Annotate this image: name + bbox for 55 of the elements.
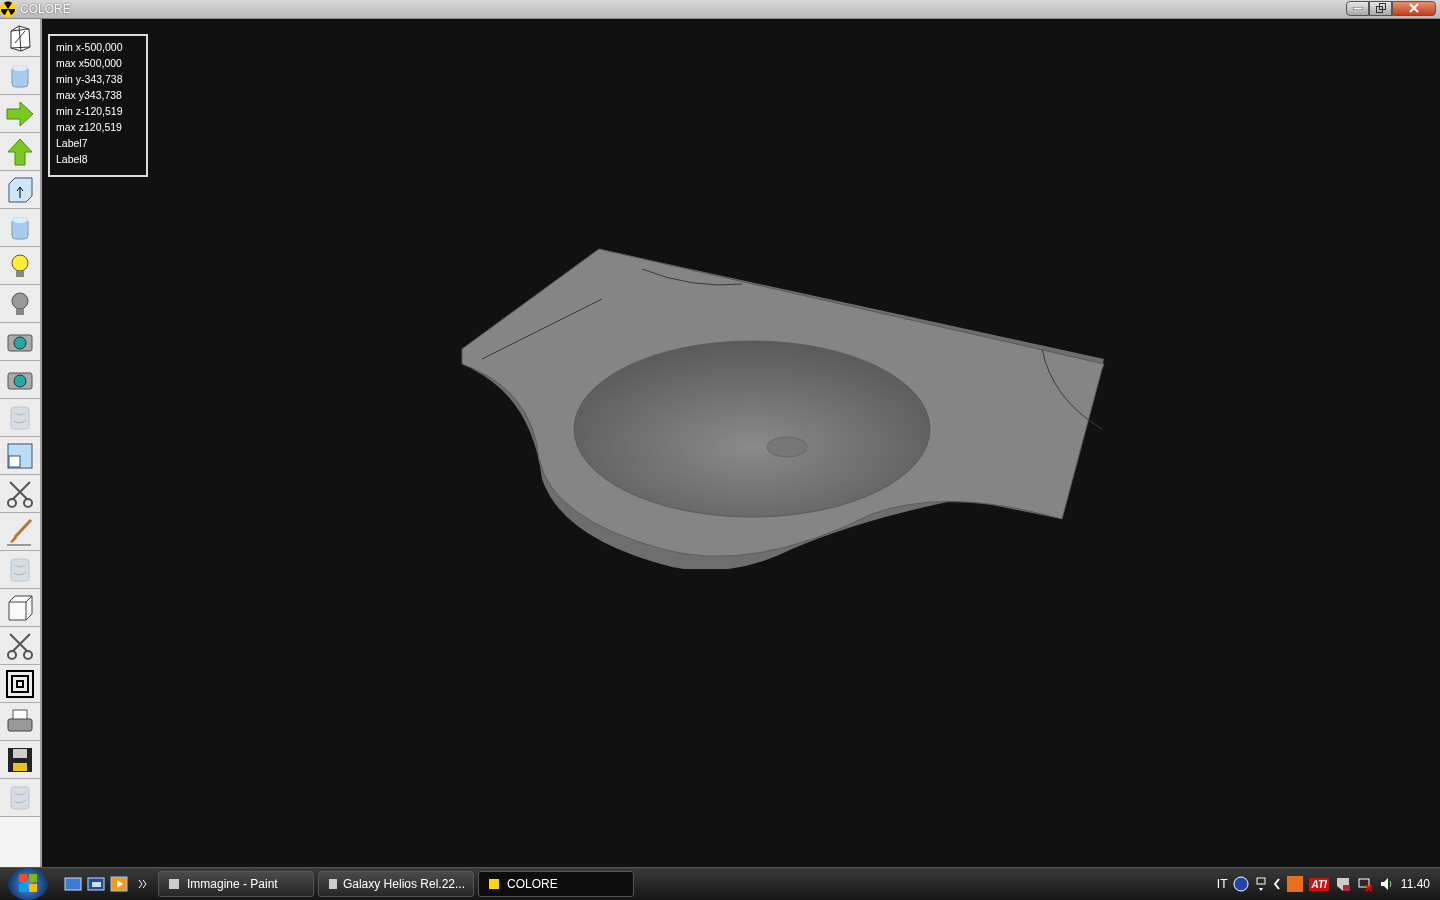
close-button[interactable] [1392,0,1436,16]
help-icon[interactable] [1233,876,1250,892]
app-icon [327,877,337,891]
arrow-right-icon [5,98,35,129]
info-label: min x-500,000 [56,40,124,55]
squares-icon [5,668,35,699]
info-label: Label8 [56,152,89,167]
tool-button[interactable] [0,19,40,57]
shield-icon[interactable] [1334,876,1351,892]
chevron-left-icon[interactable] [1273,878,1282,890]
radiation-icon [0,1,16,17]
minimize-button[interactable] [1346,0,1369,16]
desktop-button[interactable] [64,876,82,892]
chevron-icon [138,879,148,889]
speaker-icon[interactable] [1378,876,1395,892]
taskbar-button[interactable]: COLORE [478,871,634,897]
app-icon [167,877,181,891]
switch-windows-button[interactable] [87,876,105,892]
cube-icon [5,592,35,623]
restore-button[interactable] [1369,0,1392,16]
close-icon [1409,3,1419,13]
clock[interactable]: 11.40 [1400,877,1430,891]
windows-stack-icon [87,876,105,892]
taskbar-button[interactable]: Galaxy Helios Rel.22... [318,871,474,897]
scissors-icon [5,478,35,509]
scissors-icon [5,630,35,661]
info-label: max x500,000 [56,56,123,71]
info-label: min y-343,738 [56,72,124,87]
start-button[interactable] [8,868,48,900]
brush-icon [5,516,35,547]
ati-tray-icon[interactable]: ATI [1309,877,1329,891]
tool-button[interactable] [0,475,40,513]
tool-button[interactable] [0,665,40,703]
windows-logo-icon [18,872,38,893]
window-icon [5,440,35,471]
java-icon[interactable] [1287,876,1304,892]
info-label: max z120,519 [56,120,123,135]
app-icon [487,877,501,891]
media-player-button[interactable] [110,876,128,892]
window-title: COLORE [20,2,71,16]
info-label: max y343,738 [56,88,123,103]
restore-icon [1375,3,1386,13]
desktop-icon [64,876,82,892]
network-error-icon[interactable] [1356,876,1373,892]
window-restore-icon[interactable] [1255,876,1268,892]
box-arrow-icon [5,174,35,205]
taskbar-button[interactable]: Immagine - Paint [158,871,314,897]
play-icon [110,876,128,892]
info-label: min z-120,519 [56,104,124,119]
arrow-up-icon [5,136,35,167]
language-indicator[interactable]: IT [1216,877,1228,891]
info-label: Label7 [56,136,89,151]
tool-button[interactable] [0,627,40,665]
tool-button[interactable] [0,741,40,779]
minimize-icon [1352,6,1363,10]
